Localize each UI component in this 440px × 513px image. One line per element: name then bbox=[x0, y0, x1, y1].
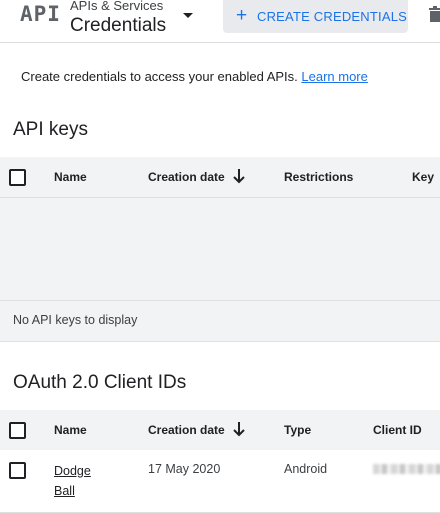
empty-message: No API keys to display bbox=[13, 313, 138, 327]
api-keys-empty-row: No API keys to display bbox=[0, 300, 440, 342]
create-credentials-button[interactable]: + CREATE CREDENTIALS bbox=[223, 0, 408, 33]
column-name[interactable]: Name bbox=[54, 170, 87, 184]
creation-date: 17 May 2020 bbox=[148, 462, 221, 476]
service-label: APIs & Services bbox=[70, 0, 164, 13]
api-keys-select-all-checkbox[interactable] bbox=[9, 169, 26, 186]
oauth-title: OAuth 2.0 Client IDs bbox=[13, 372, 187, 393]
column-client-id[interactable]: Client ID bbox=[373, 423, 422, 437]
page-title: Credentials bbox=[70, 15, 167, 36]
column-creation-date[interactable]: Creation date bbox=[148, 170, 225, 184]
intro-text: Create credentials to access your enable… bbox=[21, 69, 368, 84]
sort-down-arrow-icon[interactable] bbox=[231, 167, 247, 185]
api-keys-empty-area bbox=[0, 198, 440, 300]
intro-message: Create credentials to access your enable… bbox=[21, 69, 298, 84]
plus-icon: + bbox=[236, 5, 248, 26]
oauth-select-all-checkbox[interactable] bbox=[9, 422, 26, 439]
column-creation-date[interactable]: Creation date bbox=[148, 423, 225, 437]
sort-down-arrow-icon[interactable] bbox=[231, 420, 247, 438]
column-key[interactable]: Key bbox=[412, 170, 434, 184]
row-checkbox[interactable] bbox=[9, 462, 26, 479]
client-name-line2: Ball bbox=[54, 484, 75, 498]
oauth-table-header: Name Creation date Type Client ID bbox=[0, 410, 440, 451]
delete-icon[interactable] bbox=[428, 6, 440, 22]
client-type: Android bbox=[284, 462, 328, 476]
table-row[interactable]: Dodge Ball 17 May 2020 Android bbox=[0, 450, 440, 513]
top-header: API APIs & Services Credentials + CREATE… bbox=[0, 0, 440, 43]
api-keys-title: API keys bbox=[13, 119, 88, 140]
client-name-link[interactable]: Dodge Ball bbox=[54, 461, 104, 501]
api-logo: API bbox=[20, 2, 61, 26]
column-name[interactable]: Name bbox=[54, 423, 87, 437]
client-id-redacted bbox=[373, 464, 440, 474]
column-type[interactable]: Type bbox=[284, 423, 311, 437]
column-restrictions[interactable]: Restrictions bbox=[284, 170, 353, 184]
project-dropdown-caret-icon[interactable] bbox=[183, 13, 193, 18]
client-name-line1: Dodge bbox=[54, 464, 91, 478]
create-credentials-label: CREATE CREDENTIALS bbox=[257, 9, 407, 24]
api-keys-table-header: Name Creation date Restrictions Key bbox=[0, 157, 440, 198]
learn-more-link[interactable]: Learn more bbox=[301, 69, 367, 84]
